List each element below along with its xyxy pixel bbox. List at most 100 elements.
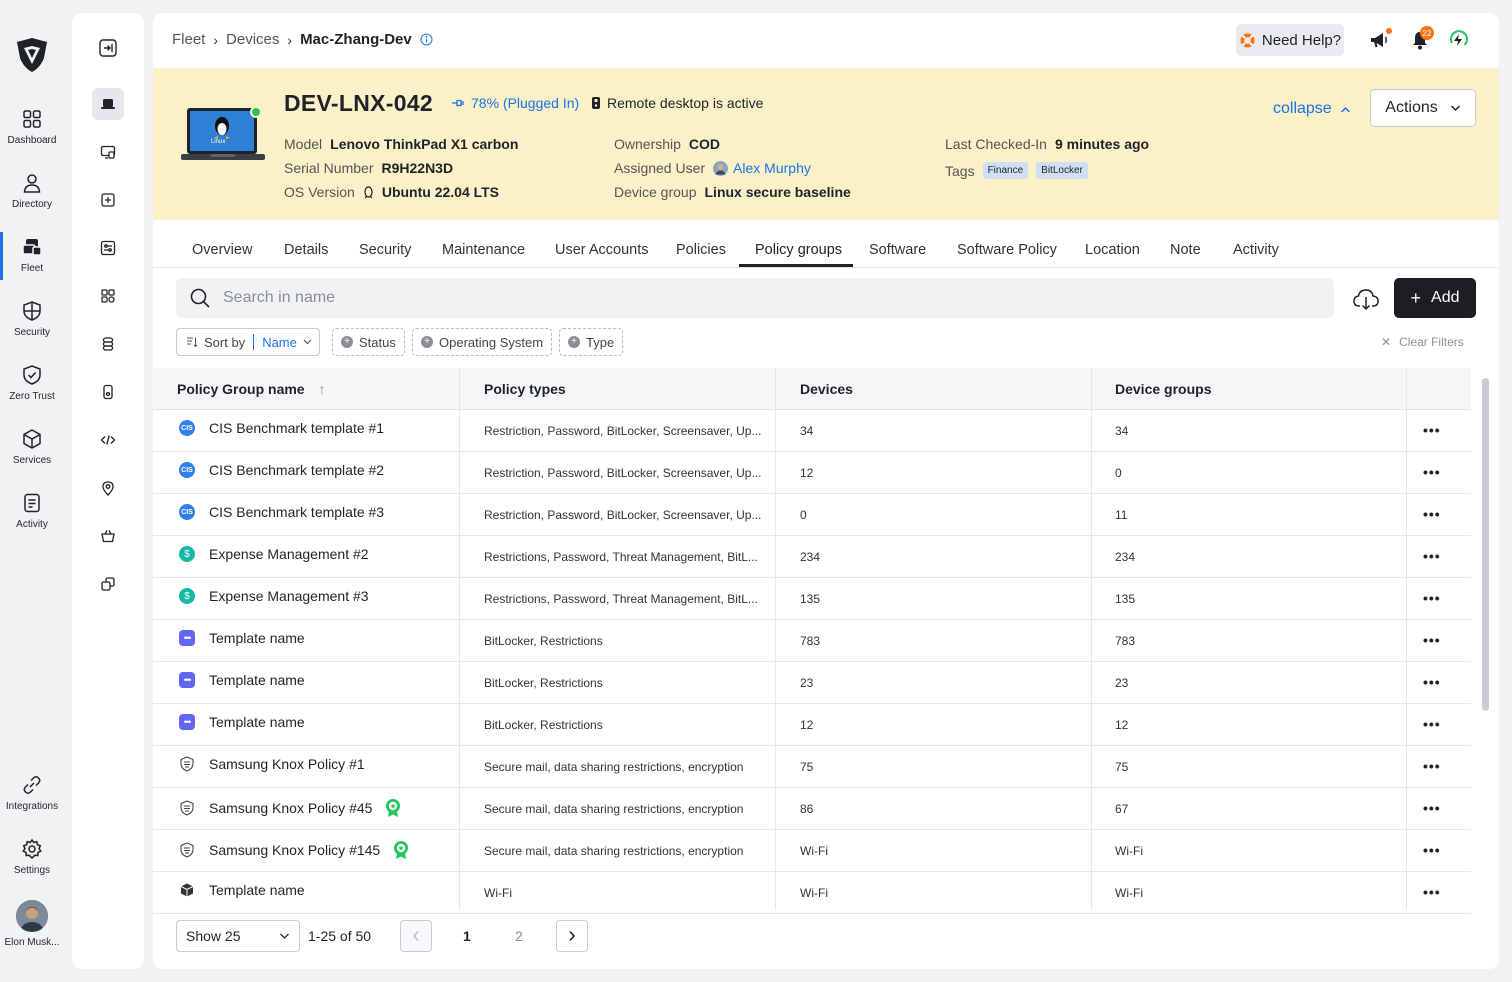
tab-details[interactable]: Details: [284, 242, 328, 258]
policy-group-name[interactable]: Samsung Knox Policy #45: [209, 800, 372, 816]
col-policy-group-name[interactable]: Policy Group name ↑: [177, 381, 325, 397]
table-row[interactable]: CIS CIS Benchmark template #1 Restriction,…: [153, 410, 1471, 452]
nav-settings[interactable]: Settings: [0, 838, 64, 894]
expand-rail-button[interactable]: [92, 32, 124, 64]
rail-monitor[interactable]: [92, 136, 124, 168]
policy-group-name[interactable]: Template name: [209, 630, 305, 646]
tab-user-accounts[interactable]: User Accounts: [555, 242, 649, 258]
nav-zero-trust[interactable]: Zero Trust: [0, 364, 64, 420]
row-more-button[interactable]: •••: [1423, 632, 1441, 648]
row-more-button[interactable]: •••: [1423, 884, 1441, 900]
sort-by-dropdown[interactable]: Sort by Name: [176, 328, 320, 356]
page-1[interactable]: 1: [463, 928, 471, 944]
tag-finance[interactable]: Finance: [982, 162, 1029, 179]
tab-policy-groups[interactable]: Policy groups: [755, 242, 842, 258]
tab-overview[interactable]: Overview: [192, 242, 252, 258]
plus-circle-icon: +: [421, 336, 433, 348]
rail-location[interactable]: [92, 472, 124, 504]
bolt-icon[interactable]: [1447, 29, 1469, 51]
nav-fleet[interactable]: Fleet: [0, 232, 64, 292]
tab-security[interactable]: Security: [359, 242, 411, 258]
policy-group-name[interactable]: Template name: [209, 714, 305, 730]
policy-group-name[interactable]: Template name: [209, 882, 305, 898]
table-row[interactable]: CIS CIS Benchmark template #2 Restriction,…: [153, 452, 1471, 494]
row-more-button[interactable]: •••: [1423, 464, 1441, 480]
policy-group-name[interactable]: CIS Benchmark template #1: [209, 420, 384, 436]
table-row[interactable]: ••• Template name BitLocker, Restrictions 2…: [153, 662, 1471, 704]
table-row[interactable]: $ Expense Management #2 Restrictions, Pass…: [153, 536, 1471, 578]
tab-location[interactable]: Location: [1085, 242, 1140, 258]
row-more-button[interactable]: •••: [1423, 842, 1441, 858]
tab-software[interactable]: Software: [869, 242, 926, 258]
table-row[interactable]: Samsung Knox Policy #1 Secure mail, data …: [153, 746, 1471, 788]
policy-group-name[interactable]: Samsung Knox Policy #1: [209, 756, 365, 772]
page-2[interactable]: 2: [515, 928, 523, 944]
policy-group-name[interactable]: Samsung Knox Policy #145: [209, 842, 380, 858]
nav-integrations[interactable]: Integrations: [0, 774, 64, 830]
actions-dropdown[interactable]: Actions: [1370, 89, 1476, 127]
linux-icon: [364, 185, 373, 198]
scrollbar[interactable]: [1482, 378, 1489, 711]
table-row[interactable]: ••• Template name BitLocker, Restrictions 1…: [153, 704, 1471, 746]
rail-basket[interactable]: [92, 520, 124, 552]
policy-group-name[interactable]: Template name: [209, 672, 305, 688]
tab-policies[interactable]: Policies: [676, 242, 726, 258]
prev-page-button[interactable]: [400, 920, 432, 952]
add-button[interactable]: + Add: [1394, 278, 1476, 318]
row-more-button[interactable]: •••: [1423, 422, 1441, 438]
rail-phone[interactable]: [92, 376, 124, 408]
rail-apps[interactable]: [92, 280, 124, 312]
rail-devices[interactable]: [92, 88, 124, 120]
table-row[interactable]: Template name Wi-Fi Wi-Fi Wi-Fi •••: [153, 872, 1471, 914]
filter-type-label: Type: [586, 334, 615, 350]
nav-activity[interactable]: Activity: [0, 492, 64, 548]
avatar[interactable]: [16, 900, 48, 932]
filter-status[interactable]: + Status: [332, 328, 405, 356]
row-more-button[interactable]: •••: [1423, 758, 1441, 774]
rail-copy[interactable]: [92, 568, 124, 600]
table-row[interactable]: $ Expense Management #3 Restrictions, Pass…: [153, 578, 1471, 620]
tab-note[interactable]: Note: [1170, 242, 1201, 258]
policy-group-name[interactable]: Expense Management #2: [209, 546, 369, 562]
cloud-download-icon[interactable]: [1352, 286, 1380, 312]
breadcrumb-fleet[interactable]: Fleet: [172, 31, 205, 48]
policy-group-name[interactable]: CIS Benchmark template #2: [209, 462, 384, 478]
table-row[interactable]: Samsung Knox Policy #45 Secure mail, data…: [153, 788, 1471, 830]
rail-sliders[interactable]: [92, 232, 124, 264]
search-input[interactable]: [223, 289, 1223, 307]
nav-directory[interactable]: Directory: [0, 172, 64, 228]
rail-add-device[interactable]: [92, 184, 124, 216]
next-page-button[interactable]: [556, 920, 588, 952]
filter-type[interactable]: + Type: [559, 328, 624, 356]
breadcrumb-devices[interactable]: Devices: [226, 31, 279, 48]
row-more-button[interactable]: •••: [1423, 800, 1441, 816]
assigned-user-link[interactable]: Alex Murphy: [733, 160, 811, 176]
policy-group-name[interactable]: CIS Benchmark template #3: [209, 504, 384, 520]
row-more-button[interactable]: •••: [1423, 590, 1441, 606]
page-size-dropdown[interactable]: Show 25: [176, 920, 300, 952]
rail-database[interactable]: [92, 328, 124, 360]
row-more-button[interactable]: •••: [1423, 674, 1441, 690]
remote-label: Remote desktop is active: [607, 95, 764, 111]
tab-software-policy[interactable]: Software Policy: [957, 242, 1057, 258]
table-row[interactable]: Samsung Knox Policy #145 Secure mail, dat…: [153, 830, 1471, 872]
policy-group-name[interactable]: Expense Management #3: [209, 588, 369, 604]
table-row[interactable]: CIS CIS Benchmark template #3 Restriction,…: [153, 494, 1471, 536]
rail-code[interactable]: [92, 424, 124, 456]
table-row[interactable]: ••• Template name BitLocker, Restrictions 7…: [153, 620, 1471, 662]
clear-filters-button[interactable]: ✕ Clear Filters: [1381, 335, 1464, 349]
nav-security[interactable]: Security: [0, 300, 64, 356]
collapse-button[interactable]: collapse: [1273, 100, 1351, 118]
tab-activity[interactable]: Activity: [1233, 242, 1279, 258]
need-help-button[interactable]: Need Help?: [1236, 24, 1344, 56]
filter-operating-system[interactable]: + Operating System: [412, 328, 553, 356]
row-more-button[interactable]: •••: [1423, 716, 1441, 732]
row-more-button[interactable]: •••: [1423, 548, 1441, 564]
nav-dashboard[interactable]: Dashboard: [0, 108, 64, 164]
row-more-button[interactable]: •••: [1423, 506, 1441, 522]
tab-maintenance[interactable]: Maintenance: [442, 242, 525, 258]
nav-services[interactable]: Services: [0, 428, 64, 484]
app-logo[interactable]: [14, 36, 50, 74]
info-icon[interactable]: [420, 33, 433, 46]
tag-bitlocker[interactable]: BitLocker: [1036, 162, 1088, 179]
